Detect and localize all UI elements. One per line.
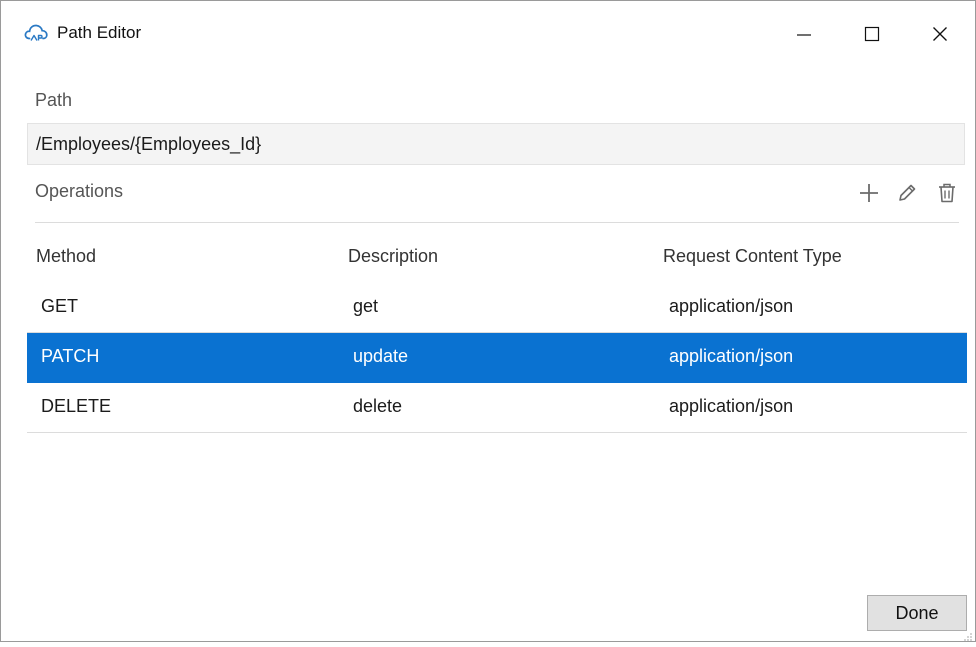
add-icon (860, 184, 878, 202)
edit-icon (899, 184, 916, 201)
delete-operation-button[interactable] (933, 179, 961, 207)
operations-label: Operations (35, 181, 124, 201)
maximize-icon (864, 26, 880, 42)
table-row[interactable]: DELETE delete application/json (27, 383, 967, 433)
window-title: Path Editor (57, 23, 142, 42)
done-button[interactable]: Done (867, 595, 967, 631)
operations-toolbar (853, 175, 969, 211)
operations-table: Method Description Request Content Type … (27, 233, 967, 433)
column-header-method[interactable]: Method (36, 246, 96, 267)
cell-description: update (353, 346, 409, 366)
cell-content-type: application/json (669, 346, 794, 366)
path-editor-window: Path Editor Path /Employees/{Employees_I… (0, 0, 976, 642)
cell-description: delete (353, 396, 403, 416)
resize-grip-icon[interactable] (961, 629, 973, 641)
add-operation-button[interactable] (855, 179, 883, 207)
edit-operation-button[interactable] (893, 179, 921, 207)
column-header-description[interactable]: Description (348, 246, 438, 267)
cell-method: DELETE (41, 396, 112, 416)
table-row[interactable]: GET get application/json (27, 283, 967, 333)
minimize-icon (797, 34, 811, 36)
operations-divider (35, 222, 959, 223)
title-bar[interactable]: Path Editor (1, 1, 975, 67)
cell-description: get (353, 296, 379, 316)
close-icon (933, 27, 947, 41)
close-button[interactable] (917, 11, 963, 57)
maximize-button[interactable] (849, 11, 895, 57)
column-header-content-type[interactable]: Request Content Type (663, 246, 842, 267)
cell-method: GET (41, 296, 79, 316)
cell-method: PATCH (41, 346, 100, 366)
table-header: Method Description Request Content Type (27, 233, 967, 283)
delete-icon (939, 183, 955, 203)
cloud-api-icon (23, 21, 49, 45)
path-label: Path (35, 90, 73, 110)
path-field[interactable]: /Employees/{Employees_Id} (27, 123, 965, 165)
minimize-button[interactable] (781, 11, 827, 57)
cell-content-type: application/json (669, 396, 794, 416)
cell-content-type: application/json (669, 296, 794, 316)
table-row-selected[interactable]: PATCH update application/json (27, 333, 967, 383)
